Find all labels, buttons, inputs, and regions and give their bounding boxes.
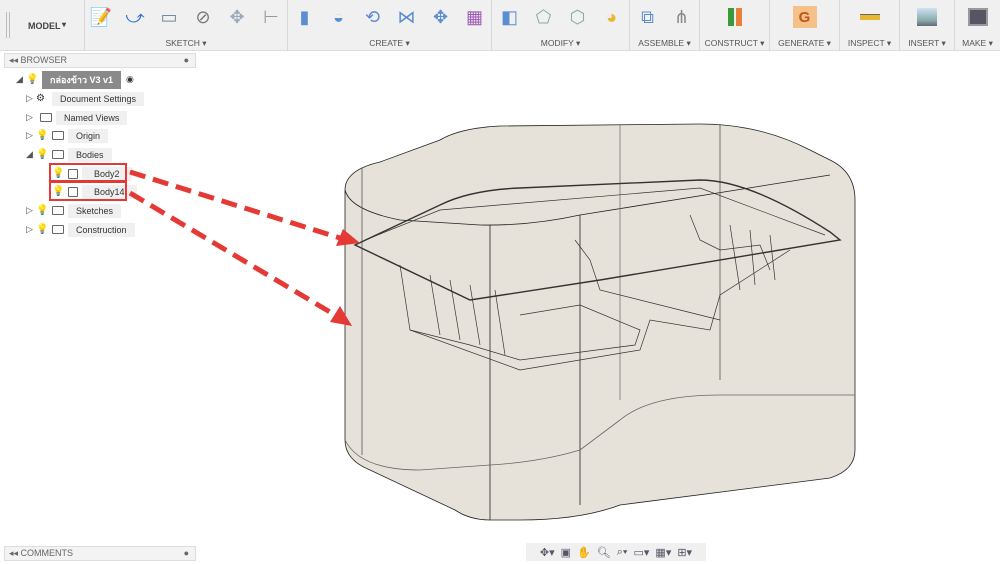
grid-icon[interactable]: ▦▾ — [655, 546, 671, 559]
add-comment-icon[interactable]: ● — [184, 548, 189, 558]
comments-panel-header[interactable]: ◂◂ COMMENTS ● — [4, 546, 196, 561]
outer-box-body — [344, 123, 856, 521]
comments-title: COMMENTS — [20, 548, 74, 558]
zoom-icon[interactable]: 🔍︎ — [597, 546, 611, 559]
look-at-icon[interactable]: ▣ — [561, 546, 571, 559]
fit-icon[interactable]: ⌕▾ — [617, 546, 628, 559]
expand-icon[interactable]: ◂◂ — [9, 548, 21, 558]
red-callout-arrows — [128, 169, 341, 318]
viewport-model[interactable] — [0, 0, 1000, 564]
pan-icon[interactable]: ✋ — [577, 546, 591, 559]
orbit-icon[interactable]: ✥▾ — [540, 546, 555, 559]
display-settings-icon[interactable]: ▭▾ — [634, 546, 650, 559]
viewports-icon[interactable]: ⊞▾ — [677, 546, 692, 559]
navigation-bar: ✥▾ ▣ ✋ 🔍︎ ⌕▾ ▭▾ ▦▾ ⊞▾ — [526, 543, 706, 561]
